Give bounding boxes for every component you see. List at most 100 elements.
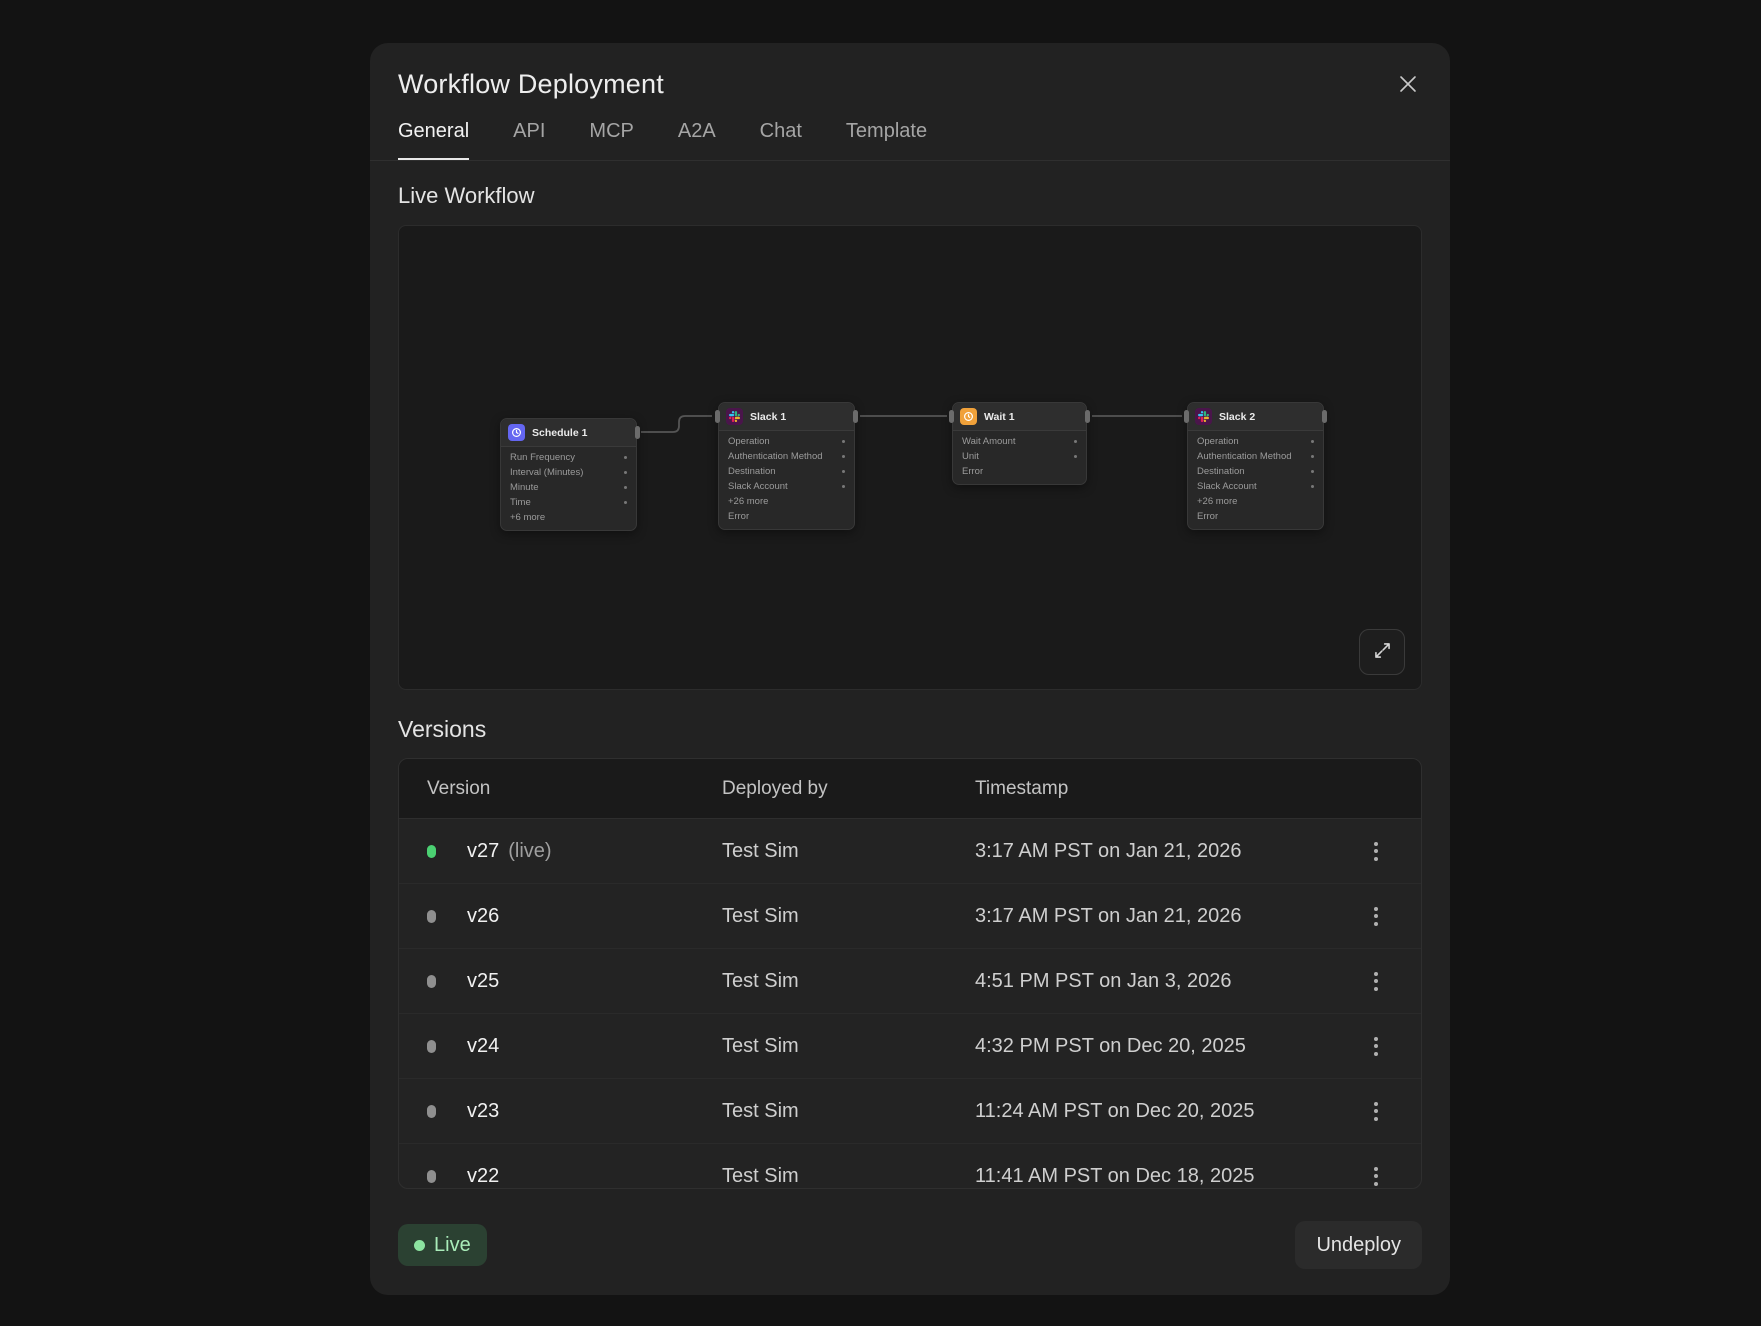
modal-footer: Live Undeploy — [370, 1197, 1450, 1295]
node-field-label: Run Frequency — [510, 452, 575, 463]
live-badge-label: Live — [434, 1234, 471, 1257]
deployed-by: Test Sim — [722, 970, 975, 993]
row-menu-button[interactable] — [1368, 836, 1384, 867]
workflow-canvas[interactable]: Schedule 1 Run Frequency Interval (Minut… — [398, 225, 1422, 690]
table-row[interactable]: v27(live) Test Sim 3:17 AM PST on Jan 21… — [399, 819, 1421, 884]
field-handle[interactable] — [1311, 440, 1314, 443]
deployed-by: Test Sim — [722, 1165, 975, 1188]
close-icon — [1396, 72, 1420, 99]
tab-mcp[interactable]: MCP — [589, 120, 633, 160]
node-slack-2[interactable]: Slack 2 Operation Authentication Method … — [1187, 402, 1324, 530]
undeploy-button[interactable]: Undeploy — [1295, 1221, 1422, 1269]
node-title: Slack 1 — [750, 411, 786, 423]
row-menu-button[interactable] — [1368, 901, 1384, 932]
field-handle[interactable] — [842, 440, 845, 443]
table-row[interactable]: v25 Test Sim 4:51 PM PST on Jan 3, 2026 — [399, 949, 1421, 1014]
node-field-label: Interval (Minutes) — [510, 467, 583, 478]
tab-a2a[interactable]: A2A — [678, 120, 716, 160]
node-more-label: +26 more — [1197, 496, 1237, 507]
live-status-dot — [427, 845, 436, 858]
table-row[interactable]: v22 Test Sim 11:41 AM PST on Dec 18, 202… — [399, 1144, 1421, 1189]
status-dot — [427, 975, 436, 988]
node-field-label: Operation — [1197, 436, 1239, 447]
tab-general[interactable]: General — [398, 120, 469, 160]
table-row[interactable]: v26 Test Sim 3:17 AM PST on Jan 21, 2026 — [399, 884, 1421, 949]
tab-bar: General API MCP A2A Chat Template — [398, 120, 1422, 160]
column-header-deployed-by: Deployed by — [722, 778, 975, 800]
table-row[interactable]: v23 Test Sim 11:24 AM PST on Dec 20, 202… — [399, 1079, 1421, 1144]
field-handle[interactable] — [1311, 485, 1314, 488]
tab-chat[interactable]: Chat — [760, 120, 802, 160]
version-label: v25 — [467, 970, 499, 993]
modal-header: Workflow Deployment General API MCP A2A … — [370, 43, 1450, 160]
version-label: v26 — [467, 905, 499, 928]
output-handle[interactable] — [1322, 410, 1327, 423]
status-dot — [427, 1040, 436, 1053]
node-field-label: Destination — [728, 466, 776, 477]
node-error-label: Error — [1197, 511, 1218, 522]
input-handle[interactable] — [715, 410, 720, 423]
slack-icon — [1195, 408, 1212, 425]
row-menu-button[interactable] — [1368, 1161, 1384, 1190]
timestamp: 4:32 PM PST on Dec 20, 2025 — [975, 1035, 1331, 1058]
field-handle[interactable] — [624, 471, 627, 474]
node-field-label: Unit — [962, 451, 979, 462]
deployed-by: Test Sim — [722, 905, 975, 928]
tab-template[interactable]: Template — [846, 120, 927, 160]
status-dot — [427, 1170, 436, 1183]
timestamp: 11:41 AM PST on Dec 18, 2025 — [975, 1165, 1331, 1188]
input-handle[interactable] — [1184, 410, 1189, 423]
field-handle[interactable] — [1311, 455, 1314, 458]
field-handle[interactable] — [842, 470, 845, 473]
node-title: Schedule 1 — [532, 427, 587, 439]
node-more-label: +26 more — [728, 496, 768, 507]
output-handle[interactable] — [635, 426, 640, 439]
field-handle[interactable] — [842, 485, 845, 488]
row-menu-button[interactable] — [1368, 1031, 1384, 1062]
table-row[interactable]: v24 Test Sim 4:32 PM PST on Dec 20, 2025 — [399, 1014, 1421, 1079]
node-error-label: Error — [962, 466, 983, 477]
field-handle[interactable] — [624, 456, 627, 459]
field-handle[interactable] — [1074, 440, 1077, 443]
output-handle[interactable] — [1085, 410, 1090, 423]
node-slack-1[interactable]: Slack 1 Operation Authentication Method … — [718, 402, 855, 530]
node-field-label: Time — [510, 497, 531, 508]
field-handle[interactable] — [1311, 470, 1314, 473]
slack-icon — [726, 408, 743, 425]
node-field-label: Destination — [1197, 466, 1245, 477]
version-label: v24 — [467, 1035, 499, 1058]
schedule-clock-icon — [508, 424, 525, 441]
node-field-label: Slack Account — [728, 481, 788, 492]
timestamp: 3:17 AM PST on Jan 21, 2026 — [975, 905, 1331, 928]
input-handle[interactable] — [949, 410, 954, 423]
node-schedule-1[interactable]: Schedule 1 Run Frequency Interval (Minut… — [500, 418, 637, 531]
node-field-label: Wait Amount — [962, 436, 1016, 447]
version-label: v22 — [467, 1165, 499, 1188]
timestamp: 4:51 PM PST on Jan 3, 2026 — [975, 970, 1331, 993]
tab-api[interactable]: API — [513, 120, 545, 160]
node-field-label: Authentication Method — [1197, 451, 1292, 462]
node-error-label: Error — [728, 511, 749, 522]
live-badge-dot-icon — [414, 1240, 425, 1251]
field-handle[interactable] — [624, 501, 627, 504]
node-field-label: Minute — [510, 482, 539, 493]
deployed-by: Test Sim — [722, 1035, 975, 1058]
row-menu-button[interactable] — [1368, 966, 1384, 997]
output-handle[interactable] — [853, 410, 858, 423]
live-suffix: (live) — [508, 840, 551, 863]
timestamp: 11:24 AM PST on Dec 20, 2025 — [975, 1100, 1331, 1123]
expand-workflow-button[interactable] — [1359, 629, 1405, 675]
wait-clock-icon — [960, 408, 977, 425]
field-handle[interactable] — [842, 455, 845, 458]
column-header-version: Version — [399, 778, 722, 800]
field-handle[interactable] — [624, 486, 627, 489]
node-title: Slack 2 — [1219, 411, 1255, 423]
close-button[interactable] — [1394, 71, 1422, 99]
versions-table: Version Deployed by Timestamp v27(live) … — [398, 758, 1422, 1189]
field-handle[interactable] — [1074, 455, 1077, 458]
versions-heading: Versions — [398, 716, 1422, 743]
row-menu-button[interactable] — [1368, 1096, 1384, 1127]
timestamp: 3:17 AM PST on Jan 21, 2026 — [975, 840, 1331, 863]
live-workflow-heading: Live Workflow — [398, 183, 1422, 209]
node-wait-1[interactable]: Wait 1 Wait Amount Unit Error — [952, 402, 1087, 485]
